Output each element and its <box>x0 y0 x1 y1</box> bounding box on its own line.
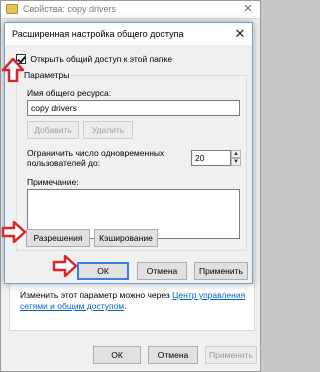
spin-up-icon[interactable]: ▲ <box>231 150 241 158</box>
annotation-arrow-up-icon <box>1 58 25 82</box>
dialog-ok-button[interactable]: ОК <box>77 262 129 280</box>
network-notice-panel: Изменить этот параметр можно через Центр… <box>9 283 255 331</box>
comment-label: Примечание: <box>27 177 79 187</box>
caching-button[interactable]: Кэширование <box>94 229 158 247</box>
settings-group-label: Параметры <box>22 70 72 80</box>
share-folder-option[interactable]: Открыть общий доступ к этой папке <box>16 53 172 65</box>
network-notice-text: Изменить этот параметр можно через Центр… <box>20 290 248 312</box>
dialog-titlebar: Расширенная настройка общего доступа ✕ <box>5 23 252 45</box>
annotation-arrow-right-icon <box>1 221 27 243</box>
properties-apply-button[interactable]: Применить <box>205 346 257 364</box>
dialog-title: Расширенная настройка общего доступа <box>12 29 184 39</box>
spin-down-icon[interactable]: ▼ <box>231 158 241 166</box>
close-icon[interactable]: ✕ <box>242 3 254 15</box>
settings-group: Параметры Имя общего ресурса: copy drive… <box>16 70 247 251</box>
folder-icon <box>6 4 18 14</box>
share-folder-label: Открыть общий доступ к этой папке <box>30 53 173 64</box>
properties-window-title: Свойства: copy drivers <box>23 4 117 14</box>
dialog-apply-button[interactable]: Применить <box>194 262 248 280</box>
remove-button[interactable]: Удалить <box>83 121 133 139</box>
advanced-sharing-dialog: Расширенная настройка общего доступа ✕ О… <box>4 22 253 284</box>
share-name-label: Имя общего ресурса: <box>27 88 112 98</box>
properties-ok-button[interactable]: ОК <box>93 346 141 364</box>
dialog-close-icon[interactable]: ✕ <box>232 26 248 42</box>
notice-text: Изменить этот параметр можно через <box>20 290 173 300</box>
properties-cancel-button[interactable]: Отмена <box>148 346 198 364</box>
add-button[interactable]: Добавить <box>27 121 79 139</box>
annotation-arrow-right-icon <box>52 255 78 277</box>
properties-titlebar: Свойства: copy drivers ✕ <box>1 1 260 19</box>
notice-end: . <box>124 301 127 311</box>
user-limit-label-line1: Ограничить число одновременных <box>27 148 165 158</box>
user-limit-field[interactable]: 20 <box>191 150 231 166</box>
user-limit-label-line2: пользователей до: <box>27 158 101 168</box>
dialog-cancel-button[interactable]: Отмена <box>137 262 187 280</box>
share-name-field[interactable]: copy drivers <box>27 100 240 116</box>
permissions-button[interactable]: Разрешения <box>26 229 90 247</box>
